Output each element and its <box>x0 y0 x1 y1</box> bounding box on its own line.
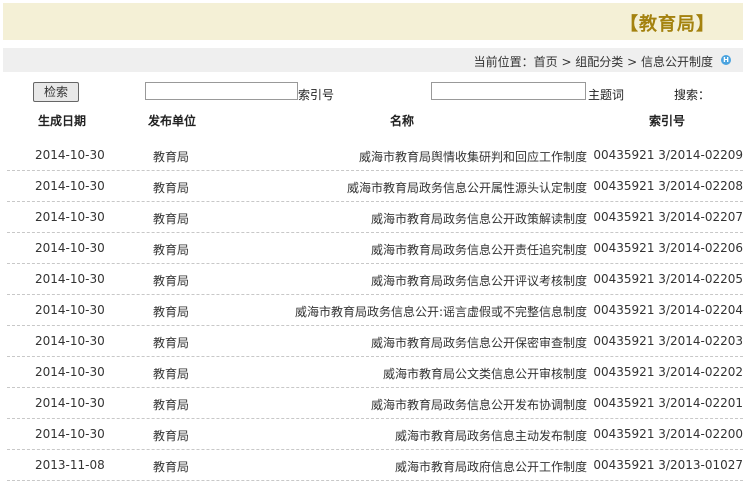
row-unit: 教育局 <box>153 367 190 381</box>
row-unit: 教育局 <box>153 460 190 474</box>
breadcrumb-text: 当前位置：首页 > 组配分类 > 信息公开制度 <box>474 53 713 70</box>
row-name-link[interactable]: 威海市教育局政务信息公开评议考核制度 <box>371 272 587 289</box>
row-date: 2014-10-30 <box>35 365 105 379</box>
row-index: 00435921 3/2014-02203 <box>593 334 743 348</box>
row-date: 2014-10-30 <box>35 210 105 224</box>
row-date: 2013-11-08 <box>35 458 105 472</box>
subject-input[interactable] <box>431 82 586 100</box>
header-name: 名称 <box>390 114 415 128</box>
row-index: 00435921 3/2014-02204 <box>593 303 743 317</box>
row-name-link[interactable]: 威海市教育局政务信息公开政策解读制度 <box>371 210 587 227</box>
row-index: 00435921 3/2014-02207 <box>593 210 743 224</box>
header-bar: 【教育局】 <box>3 3 743 40</box>
row-date: 2014-10-30 <box>35 427 105 441</box>
table-header: 索引号 名称 发布单位 生成日期 <box>0 110 750 130</box>
row-date: 2014-10-30 <box>35 272 105 286</box>
row-index: 00435921 3/2014-02202 <box>593 365 743 379</box>
table-row: 00435921 3/2014-02200 威海市教育局政务信息主动发布制度 教育局… <box>7 419 743 450</box>
row-name-link[interactable]: 威海市教育局政务信息公开责任追究制度 <box>371 241 587 258</box>
row-date: 2014-10-30 <box>35 179 105 193</box>
table-row: 00435921 3/2013-01027 威海市教育局政府信息公开工作制度 教育局… <box>7 450 743 481</box>
breadcrumb-path[interactable]: 首页 > 组配分类 > 信息公开制度 <box>534 55 713 69</box>
row-unit: 教育局 <box>153 429 190 443</box>
row-date: 2014-10-30 <box>35 303 105 317</box>
row-date: 2014-10-30 <box>35 334 105 348</box>
row-index: 00435921 3/2014-02201 <box>593 396 743 410</box>
row-unit: 教育局 <box>153 243 190 257</box>
table-row: 00435921 3/2014-02202 威海市教育局公文类信息公开审核制度 教育… <box>7 357 743 388</box>
row-unit: 教育局 <box>153 305 190 319</box>
table-row: 00435921 3/2014-02208 威海市教育局政务信息公开属性源头认定制… <box>7 171 743 202</box>
row-date: 2014-10-30 <box>35 241 105 255</box>
row-name-link[interactable]: 威海市教育局政务信息公开属性源头认定制度 <box>347 179 587 196</box>
table-row: 00435921 3/2014-02201 威海市教育局政务信息公开发布协调制度 教… <box>7 388 743 419</box>
breadcrumb: H 当前位置：首页 > 组配分类 > 信息公开制度 <box>3 48 743 72</box>
table-row: 00435921 3/2014-02203 威海市教育局政务信息公开保密审查制度 教… <box>7 326 743 357</box>
row-index: 00435921 3/2014-02205 <box>593 272 743 286</box>
row-index: 00435921 3/2014-02206 <box>593 241 743 255</box>
row-name-link[interactable]: 威海市教育局舆情收集研判和回应工作制度 <box>359 148 587 165</box>
search-label: 搜索： <box>673 88 710 102</box>
search-button[interactable]: 检索 <box>33 82 79 102</box>
home-icon: H <box>721 55 731 65</box>
search-bar: 搜索： 主题词 索引号 检索 <box>0 80 750 106</box>
row-index: 00435921 3/2014-02208 <box>593 179 743 193</box>
row-name-link[interactable]: 威海市教育局政务信息主动发布制度 <box>395 427 587 444</box>
row-name-link[interactable]: 威海市教育局公文类信息公开审核制度 <box>383 365 587 382</box>
row-unit: 教育局 <box>153 150 190 164</box>
table-row: 00435921 3/2014-02207 威海市教育局政务信息公开政策解读制度 教… <box>7 202 743 233</box>
row-name-link[interactable]: 威海市教育局政务信息公开发布协调制度 <box>371 396 587 413</box>
breadcrumb-label: 当前位置： <box>473 55 534 69</box>
row-date: 2014-10-30 <box>35 148 105 162</box>
index-input[interactable] <box>145 82 298 100</box>
index-label: 索引号 <box>298 88 335 102</box>
row-date: 2014-10-30 <box>35 396 105 410</box>
row-unit: 教育局 <box>153 274 190 288</box>
row-unit: 教育局 <box>153 181 190 195</box>
header-index: 索引号 <box>648 114 685 128</box>
row-name-link[interactable]: 威海市教育局政务信息公开保密审查制度 <box>371 334 587 351</box>
header-unit: 发布单位 <box>148 114 197 128</box>
header-date: 生成日期 <box>38 114 87 128</box>
row-index: 00435921 3/2014-02200 <box>593 427 743 441</box>
table-row: 00435921 3/2014-02209 威海市教育局舆情收集研判和回应工作制度… <box>7 140 743 171</box>
table-row: 00435921 3/2014-02205 威海市教育局政务信息公开评议考核制度 教… <box>7 264 743 295</box>
document-table: 00435921 3/2014-02209 威海市教育局舆情收集研判和回应工作制度… <box>0 140 750 481</box>
subject-label: 主题词 <box>587 88 624 102</box>
table-row: 00435921 3/2014-02206 威海市教育局政务信息公开责任追究制度 教… <box>7 233 743 264</box>
row-name-link[interactable]: 威海市教育局政府信息公开工作制度 <box>395 458 587 475</box>
row-name-link[interactable]: 威海市教育局政务信息公开:谣言虚假或不完整信息制度 <box>295 303 587 320</box>
row-index: 00435921 3/2013-01027 <box>593 458 743 472</box>
row-unit: 教育局 <box>153 212 190 226</box>
row-index: 00435921 3/2014-02209 <box>593 148 743 162</box>
row-unit: 教育局 <box>153 336 190 350</box>
table-row: 00435921 3/2014-02204 威海市教育局政务信息公开:谣言虚假或不… <box>7 295 743 326</box>
row-unit: 教育局 <box>153 398 190 412</box>
page-title: 【教育局】 <box>620 14 715 35</box>
